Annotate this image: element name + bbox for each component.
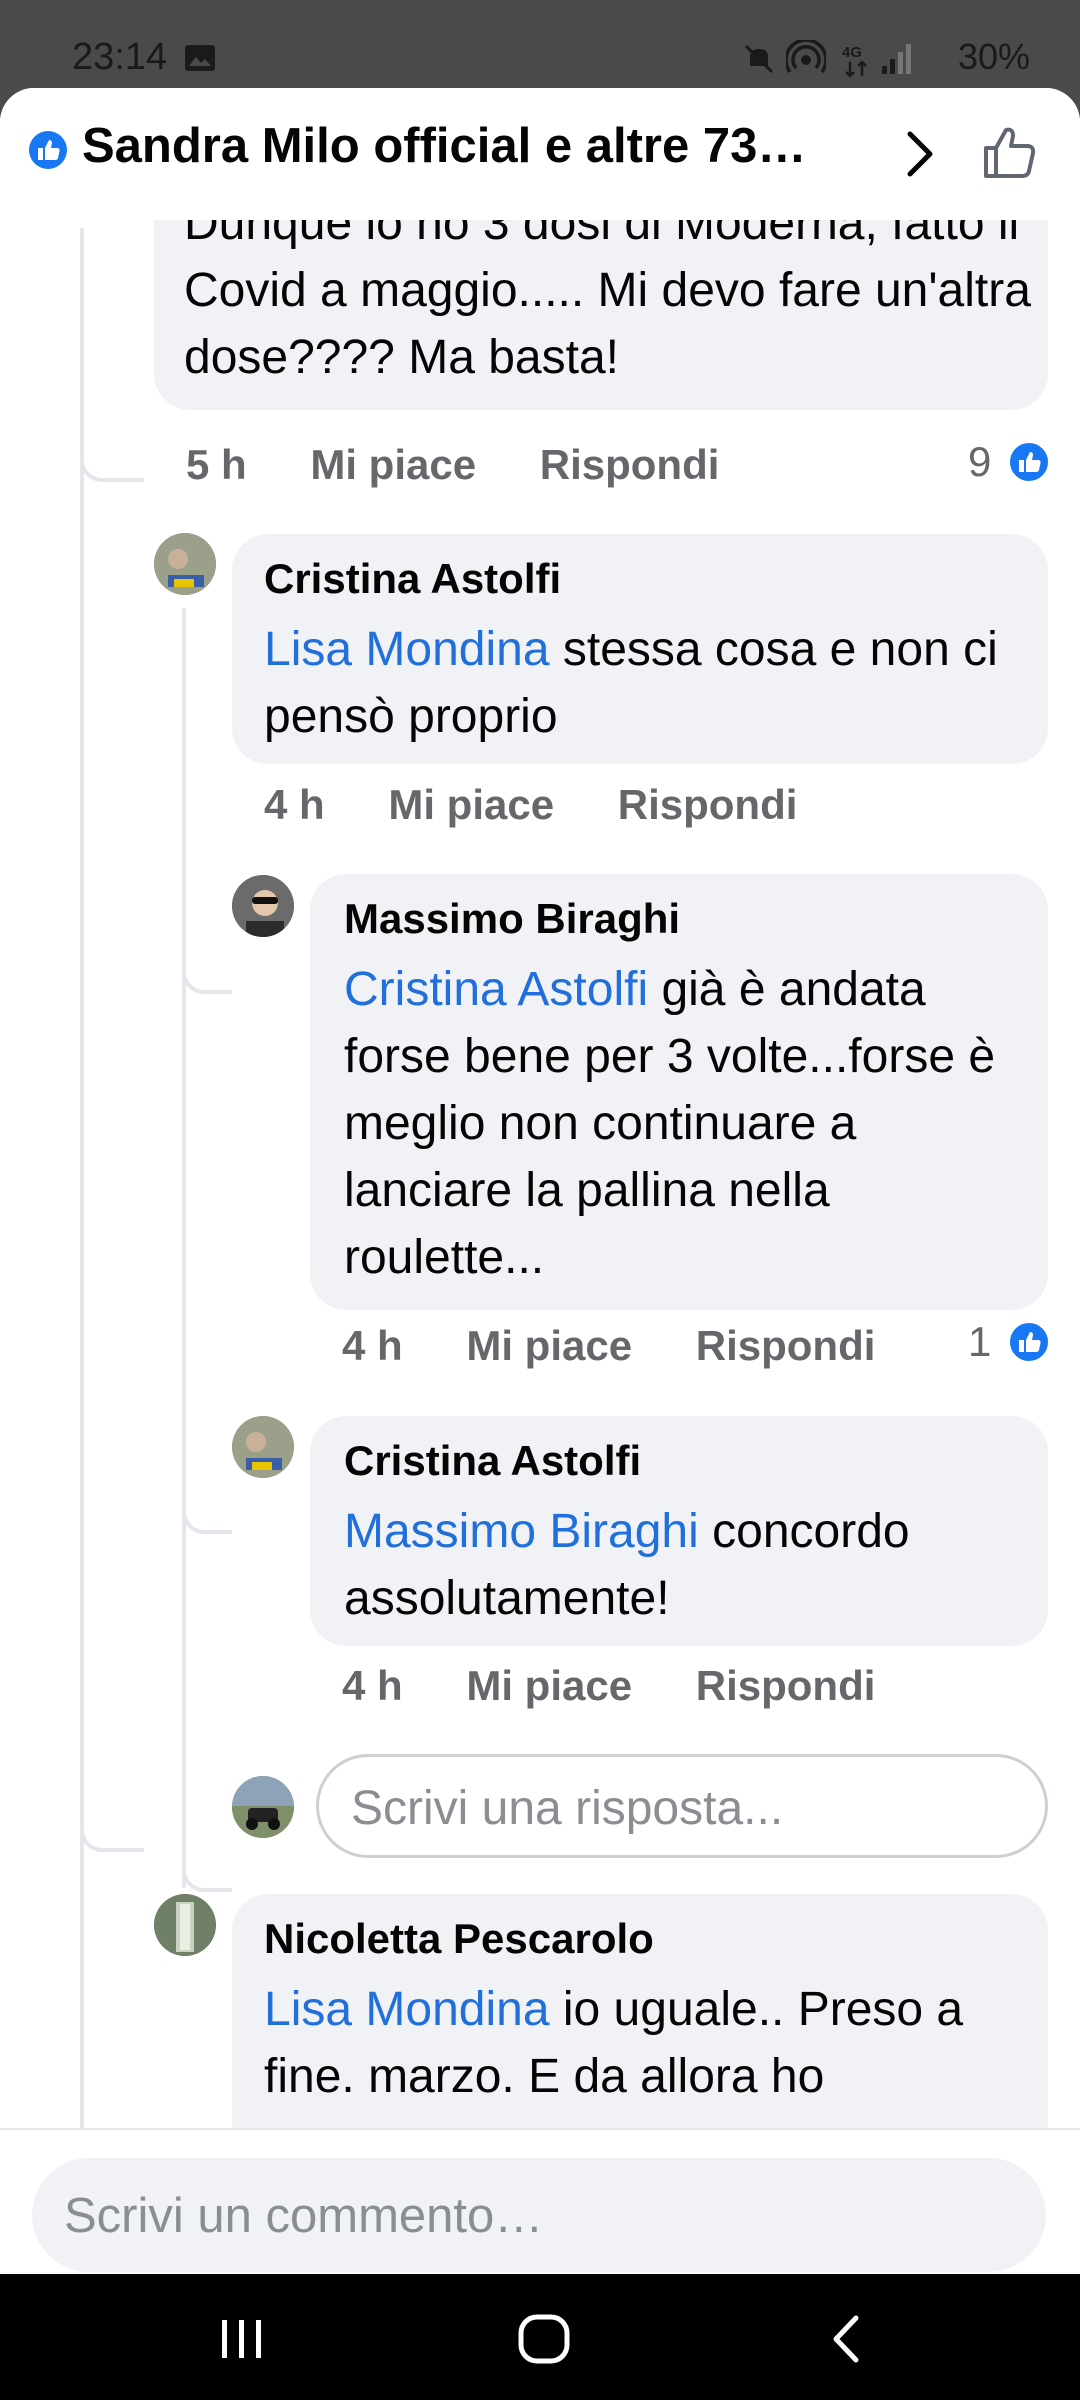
thread-connector — [182, 1836, 232, 1892]
chevron-right-icon[interactable] — [900, 128, 940, 180]
comment-input[interactable]: Scrivi un commento… — [32, 2158, 1046, 2272]
svg-text:4G: 4G — [842, 44, 862, 61]
comment-author[interactable]: Cristina Astolfi — [344, 1434, 641, 1488]
mention-link[interactable]: Lisa Mondina — [264, 623, 550, 676]
status-time: 23:14 — [72, 36, 168, 78]
comment-body: Lisa Mondina io uguale.. Preso a fine. m… — [264, 1976, 1024, 2110]
like-button[interactable]: Mi piace — [310, 441, 476, 489]
home-icon[interactable] — [516, 2312, 572, 2366]
recent-apps-icon[interactable] — [216, 2316, 268, 2362]
thread-connector — [80, 428, 144, 482]
like-button[interactable]: Mi piace — [466, 1662, 632, 1710]
mention-link[interactable]: Cristina Astolfi — [344, 963, 648, 1016]
reaction-count-value: 9 — [968, 438, 992, 485]
comment-text: Dunque io ho 3 dosi di Moderna, fatto il… — [184, 197, 1031, 384]
sheet-header: Sandra Milo official e altre 73… — [0, 88, 1080, 220]
avatar[interactable] — [232, 875, 294, 937]
system-navigation-bar — [0, 2274, 1080, 2400]
comment-bubble: Nicoletta Pescarolo Lisa Mondina io ugua… — [232, 1894, 1048, 2128]
reaction-count[interactable]: 1 — [968, 1318, 1051, 1366]
comment-time: 4 h — [264, 781, 325, 828]
reply-button[interactable]: Rispondi — [540, 441, 720, 489]
avatar[interactable] — [154, 533, 216, 595]
4g-icon: 4G — [842, 44, 867, 78]
current-user-avatar — [232, 1776, 294, 1838]
reply-button[interactable]: Rispondi — [696, 1662, 876, 1710]
mention-link[interactable]: Lisa Mondina — [264, 1983, 550, 2036]
comment-body: Lisa Mondina stessa cosa e non ci pensò … — [264, 616, 1024, 750]
thread-connector — [182, 938, 232, 994]
reaction-count[interactable]: 9 — [968, 438, 1051, 486]
thread-connector — [80, 1798, 144, 1852]
reply-input-placeholder: Scrivi una risposta... — [351, 1782, 784, 1835]
comment-time: 4 h — [342, 1322, 403, 1369]
comment-bubble: Massimo Biraghi Cristina Astolfi già è a… — [310, 874, 1048, 1310]
like-reaction-icon — [1008, 1321, 1051, 1363]
comment-time: 4 h — [342, 1662, 403, 1709]
comment-body: Massimo Biraghi concordo assolutamente! — [344, 1498, 1034, 1632]
reply-button[interactable]: Rispondi — [696, 1322, 876, 1370]
like-button-icon[interactable] — [980, 122, 1040, 182]
comment-composer: Scrivi un commento… — [0, 2128, 1080, 2274]
hotspot-icon — [786, 40, 826, 74]
battery-percentage: 30% — [957, 36, 1030, 77]
thread-line-level-2 — [182, 608, 186, 1888]
signal-icon — [882, 44, 911, 74]
mute-icon — [744, 44, 774, 74]
gallery-notification-icon — [185, 45, 215, 71]
comment-actions: 4 h Mi piace Rispondi — [342, 1322, 875, 1370]
reply-input[interactable]: Scrivi una risposta... — [316, 1754, 1048, 1858]
like-reaction-icon — [1008, 441, 1051, 483]
comment-bubble: Dunque io ho 3 dosi di Moderna, fatto il… — [154, 188, 1048, 410]
reactions-title[interactable]: Sandra Milo official e altre 73… — [82, 118, 806, 174]
comment-author[interactable]: Nicoletta Pescarolo — [264, 1912, 654, 1966]
avatar[interactable] — [154, 1894, 216, 1956]
comment-actions: 4 h Mi piace Rispondi — [264, 781, 797, 829]
reactions-sheet: Dunque io ho 3 dosi di Moderna, fatto il… — [0, 88, 1080, 2274]
comment-time: 5 h — [186, 441, 247, 488]
comment-body: Cristina Astolfi già è andata forse bene… — [344, 956, 1034, 1291]
comment-actions: 5 h Mi piace Rispondi — [186, 441, 719, 489]
avatar[interactable] — [232, 1416, 294, 1478]
comment-bubble: Cristina Astolfi Lisa Mondina stessa cos… — [232, 534, 1048, 764]
comments-list[interactable]: Dunque io ho 3 dosi di Moderna, fatto il… — [0, 88, 1080, 2128]
status-bar: 23:14 4G 30% — [0, 0, 1080, 90]
mention-link[interactable]: Massimo Biraghi — [344, 1505, 699, 1558]
back-icon[interactable] — [826, 2314, 866, 2364]
reply-button[interactable]: Rispondi — [618, 781, 798, 829]
thread-connector — [182, 1478, 232, 1534]
like-button[interactable]: Mi piace — [466, 1322, 632, 1370]
reaction-count-value: 1 — [968, 1318, 992, 1365]
comment-actions: 4 h Mi piace Rispondi — [342, 1662, 875, 1710]
like-reaction-icon — [29, 131, 67, 169]
like-button[interactable]: Mi piace — [388, 781, 554, 829]
comment-author[interactable]: Massimo Biraghi — [344, 892, 680, 946]
comment-input-placeholder: Scrivi un commento… — [64, 2189, 544, 2243]
comment-bubble: Cristina Astolfi Massimo Biraghi concord… — [310, 1416, 1048, 1646]
comment-author[interactable]: Cristina Astolfi — [264, 552, 561, 606]
